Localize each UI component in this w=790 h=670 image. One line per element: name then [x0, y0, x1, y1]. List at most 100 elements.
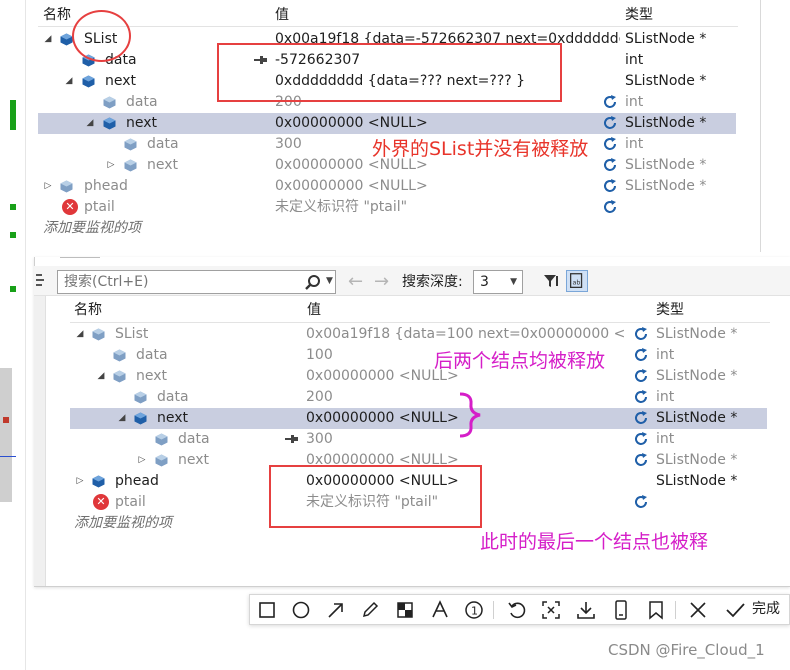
close-icon[interactable]: [687, 599, 709, 621]
pin-crop-icon[interactable]: [540, 599, 562, 621]
field-icon: [113, 349, 126, 362]
mosaic-icon[interactable]: [394, 599, 416, 621]
add-watch-item[interactable]: 添加要监视的项: [43, 218, 141, 239]
watch2-row-next-selected[interactable]: ◢ next 0x00000000 <NULL> SListNode *: [70, 408, 767, 429]
watch2-row-data[interactable]: data 300 int: [70, 429, 770, 450]
filter-icon[interactable]: [540, 270, 562, 292]
svg-text:1: 1: [471, 605, 478, 618]
field-icon: [124, 138, 137, 151]
refresh-icon[interactable]: [633, 410, 649, 426]
chevron-down-icon[interactable]: ▼: [326, 276, 333, 286]
variable-type: SListNode *: [656, 326, 738, 342]
search-depth-select[interactable]: 3 ▼: [473, 270, 523, 294]
variable-type: int: [656, 347, 675, 363]
rectangle-icon[interactable]: [256, 599, 278, 621]
view-as-text-icon[interactable]: ab: [566, 270, 588, 292]
collapsed-triangle-icon[interactable]: ▷: [106, 155, 116, 176]
refresh-icon[interactable]: [602, 199, 618, 215]
watch2-row-data[interactable]: data 100 int: [70, 345, 770, 366]
variable-type: int: [656, 389, 675, 405]
column-value-header[interactable]: 值: [275, 4, 289, 26]
variable-name: next: [136, 368, 168, 384]
struct-variable-icon: [92, 328, 105, 341]
refresh-icon[interactable]: [633, 431, 649, 447]
refresh-icon[interactable]: [602, 94, 618, 110]
variable-name: phead: [84, 178, 128, 194]
variable-type: int: [625, 136, 644, 152]
expanded-triangle-icon[interactable]: ◢: [85, 113, 95, 134]
watch2-tab[interactable]: [60, 250, 100, 258]
expanded-triangle-icon[interactable]: ◢: [43, 29, 53, 50]
watch-search-box[interactable]: ▼: [57, 270, 336, 294]
variable-name: data: [147, 136, 179, 152]
toolbar-separator: [675, 601, 676, 619]
variable-name: data: [178, 431, 210, 447]
change-marker: [10, 286, 16, 292]
annotation-text: 外界的SList并没有被释放: [372, 138, 589, 160]
phone-icon[interactable]: [610, 599, 632, 621]
arrow-icon[interactable]: [325, 599, 347, 621]
header-divider: [70, 322, 770, 323]
search-next-icon[interactable]: →: [374, 272, 389, 292]
expanded-triangle-icon[interactable]: ◢: [117, 408, 127, 429]
watch1-row-phead[interactable]: ▷ phead 0x00000000 <NULL> SListNode *: [38, 176, 738, 197]
variable-name: data: [126, 94, 158, 110]
toolbox-handle-icon[interactable]: [35, 272, 45, 288]
column-name-header[interactable]: 名称: [43, 4, 71, 26]
variable-type: SListNode *: [625, 31, 707, 47]
struct-variable-icon: [155, 454, 168, 467]
toolbar-separator: [493, 601, 494, 619]
expanded-triangle-icon[interactable]: ◢: [75, 324, 85, 345]
refresh-icon[interactable]: [633, 389, 649, 405]
collapsed-triangle-icon[interactable]: ▷: [75, 471, 85, 492]
column-value-header[interactable]: 值: [307, 299, 321, 321]
refresh-icon[interactable]: [602, 136, 618, 152]
search-previous-icon[interactable]: ←: [348, 272, 363, 292]
refresh-icon[interactable]: [633, 494, 649, 510]
change-marker: [10, 232, 16, 238]
number-icon[interactable]: 1: [463, 599, 485, 621]
refresh-icon[interactable]: [602, 178, 618, 194]
expanded-triangle-icon[interactable]: ◢: [64, 71, 74, 92]
watch2-row-slist[interactable]: ◢ SList 0x00a19f18 {data=100 next=0x0000…: [70, 324, 770, 345]
refresh-icon[interactable]: [633, 368, 649, 384]
check-icon[interactable]: [724, 599, 746, 621]
watch2-row-next[interactable]: ◢ next 0x00000000 <NULL> SListNode *: [70, 366, 770, 387]
watch2-side-strip: [34, 296, 46, 586]
variable-value: 100: [306, 347, 333, 363]
watch1-row-ptail[interactable]: ✕ ptail 未定义标识符 "ptail": [38, 197, 738, 218]
gutter-scroll-thumb[interactable]: [0, 368, 12, 502]
watch2-row-data[interactable]: data 200 int: [70, 387, 770, 408]
chevron-down-icon: ▼: [510, 277, 517, 287]
column-type-header[interactable]: 类型: [625, 4, 653, 26]
header-divider: [38, 26, 738, 27]
text-icon[interactable]: [429, 599, 451, 621]
collapsed-triangle-icon[interactable]: ▷: [43, 176, 53, 197]
variable-name: next: [147, 157, 179, 173]
expanded-triangle-icon[interactable]: ◢: [96, 366, 106, 387]
refresh-icon[interactable]: [633, 326, 649, 342]
column-name-header[interactable]: 名称: [74, 299, 102, 321]
done-button[interactable]: 完成: [752, 595, 780, 624]
bookmark-icon[interactable]: [645, 599, 667, 621]
variable-value: 0x00000000 <NULL>: [275, 178, 428, 194]
variable-type: SListNode *: [656, 410, 738, 426]
refresh-icon[interactable]: [602, 115, 618, 131]
watch1-row-next-selected[interactable]: ◢ next 0x00000000 <NULL> SListNode *: [38, 113, 736, 134]
refresh-icon[interactable]: [633, 452, 649, 468]
pin-icon[interactable]: [283, 431, 299, 447]
variable-type: int: [625, 52, 644, 68]
caret-line: [0, 456, 16, 457]
ellipse-icon[interactable]: [290, 599, 312, 621]
undo-icon[interactable]: [506, 599, 528, 621]
collapsed-triangle-icon[interactable]: ▷: [137, 450, 147, 471]
download-icon[interactable]: [575, 599, 597, 621]
refresh-icon[interactable]: [602, 157, 618, 173]
pencil-icon[interactable]: [359, 599, 381, 621]
column-type-header[interactable]: 类型: [656, 299, 684, 321]
variable-value: 300: [306, 431, 333, 447]
search-icon[interactable]: [304, 274, 322, 292]
refresh-icon[interactable]: [633, 347, 649, 363]
search-input[interactable]: [64, 273, 294, 291]
add-watch-item[interactable]: 添加要监视的项: [74, 513, 172, 534]
